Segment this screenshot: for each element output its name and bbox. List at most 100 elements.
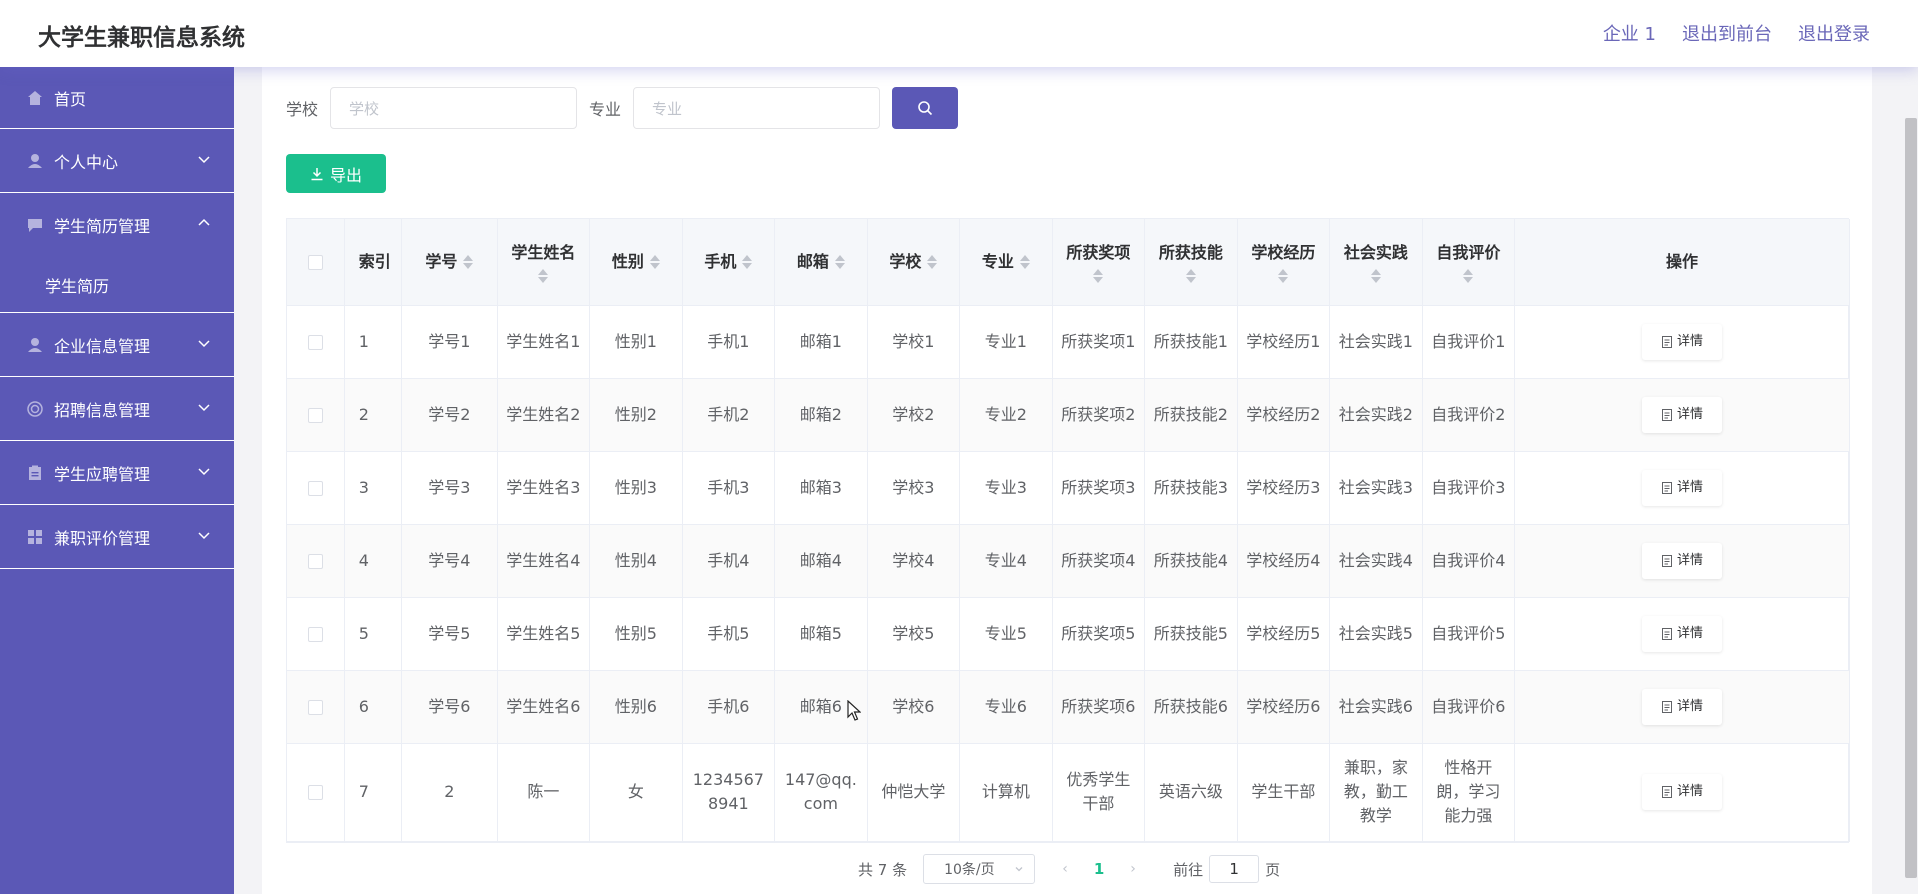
table-row[interactable]: 7 2 陈一女 12345678941 147@qq.com 仲恺大学 计算机 优秀学生干部英…	[287, 743, 1850, 842]
col-student-name[interactable]: 学生姓名	[497, 219, 591, 306]
sort-icon[interactable]	[649, 255, 660, 270]
prev-page-button[interactable]: ‹	[1053, 861, 1077, 877]
sort-icon[interactable]	[834, 255, 845, 270]
detail-label: 详情	[1677, 479, 1704, 495]
export-button[interactable]: 导出	[286, 154, 386, 193]
col-phone-cell: 手机3	[682, 451, 776, 525]
col-awards-cell: 所获奖项4	[1052, 524, 1146, 598]
goto-page-input[interactable]: 1	[1209, 855, 1260, 883]
sort-icon[interactable]	[463, 255, 474, 270]
sidebar-item-home[interactable]: 首页	[0, 67, 234, 129]
row-actions-cell: 详情	[1514, 524, 1850, 598]
current-user-link[interactable]: 企业 1	[1603, 20, 1656, 46]
sort-icon[interactable]	[538, 268, 549, 283]
sort-icon[interactable]	[927, 255, 938, 270]
page-size-value: 10条/页	[944, 862, 995, 878]
row-actions-cell: 详情	[1514, 597, 1850, 671]
back-to-frontend-link[interactable]: 退出到前台	[1682, 20, 1772, 46]
row-checkbox[interactable]	[307, 785, 323, 800]
logout-link[interactable]: 退出登录	[1798, 20, 1870, 46]
page-size-select[interactable]: 10条/页	[923, 854, 1036, 884]
row-checkbox[interactable]	[307, 699, 323, 715]
detail-button[interactable]: 详情	[1642, 323, 1723, 360]
col-email[interactable]: 邮箱	[774, 219, 868, 306]
col-self-evaluation[interactable]: 自我评价	[1422, 219, 1516, 306]
col-phone[interactable]: 手机	[682, 219, 776, 306]
sort-icon[interactable]	[1278, 268, 1289, 283]
col-major-cell: 计算机	[959, 743, 1053, 842]
col-school-experience-cell: 学校经历4	[1237, 524, 1331, 598]
detail-button[interactable]: 详情	[1642, 542, 1723, 579]
sidebar-item-company-management[interactable]: 企业信息管理	[0, 313, 234, 377]
row-checkbox[interactable]	[307, 407, 323, 423]
detail-button[interactable]: 详情	[1642, 469, 1723, 506]
sidebar-item-resume-management[interactable]: 学生简历管理	[0, 193, 234, 257]
chevron-down-icon	[198, 468, 210, 476]
col-index-cell: 2	[344, 378, 403, 452]
table-row[interactable]: 2 学号2 学生姓名2 性别2 手机2 邮箱2 学校2 专业2 所获奖项2 所获技能2 学校经历2 社…	[287, 378, 1850, 452]
sidebar-subitem-label: 学生简历	[45, 276, 110, 296]
col-skills[interactable]: 所获技能	[1144, 219, 1238, 306]
col-social-practice-cell: 社会实践2	[1329, 378, 1423, 452]
home-icon	[27, 90, 43, 106]
major-label: 专业	[589, 100, 622, 119]
row-checkbox[interactable]	[307, 334, 323, 350]
sort-icon[interactable]	[1019, 255, 1030, 270]
sidebar-item-personal-center[interactable]: 个人中心	[0, 129, 234, 193]
row-checkbox[interactable]	[307, 480, 323, 496]
detail-button[interactable]: 详情	[1642, 774, 1723, 810]
detail-button[interactable]: 详情	[1642, 688, 1723, 725]
sidebar-item-recruitment-management[interactable]: 招聘信息管理	[0, 377, 234, 441]
next-page-button[interactable]: ›	[1121, 861, 1145, 877]
sort-icon[interactable]	[1463, 268, 1474, 283]
detail-button[interactable]: 详情	[1642, 615, 1723, 652]
row-checkbox[interactable]	[307, 553, 323, 569]
row-checkbox[interactable]	[307, 626, 323, 642]
col-school[interactable]: 学校	[867, 219, 961, 306]
col-school-experience-cell: 学校经历1	[1237, 305, 1331, 379]
col-school-cell: 学校5	[867, 597, 961, 671]
sort-icon[interactable]	[1093, 268, 1104, 283]
table-row[interactable]: 1 学号1 学生姓名1 性别1 手机1 邮箱1 学校1 专业1 所获奖项1 所获技能1 学校经历1 社…	[287, 305, 1850, 379]
detail-label: 详情	[1677, 552, 1704, 568]
col-social-practice[interactable]: 社会实践	[1329, 219, 1423, 306]
col-phone-cell: 手机2	[682, 378, 776, 452]
row-select-cell	[287, 524, 345, 598]
sidebar-subitem-resume[interactable]: 学生简历	[0, 257, 234, 313]
col-gender[interactable]: 性别	[589, 219, 683, 306]
chat-icon	[27, 217, 43, 233]
col-awards-cell: 所获奖项6	[1052, 670, 1146, 744]
table-row[interactable]: 6 学号6 学生姓名6 性别6 手机6 邮箱6 学校6 专业6 所获奖项6 所获技能6 学校经历6 社…	[287, 670, 1850, 744]
col-index-cell: 5	[344, 597, 403, 671]
col-awards[interactable]: 所获奖项	[1052, 219, 1146, 306]
search-button[interactable]	[892, 87, 959, 129]
user-icon	[27, 153, 43, 169]
export-label: 导出	[329, 165, 362, 185]
sort-icon[interactable]	[1370, 268, 1381, 283]
col-index-cell: 4	[344, 524, 403, 598]
sidebar-item-application-management[interactable]: 学生应聘管理	[0, 441, 234, 505]
col-self-evaluation-cell: 自我评价6	[1422, 670, 1516, 744]
school-search-input[interactable]: 学校	[330, 87, 578, 129]
table-row[interactable]: 3 学号3 学生姓名3 性别3 手机3 邮箱3 学校3 专业3 所获奖项3 所获技能3 学校经历3 社…	[287, 451, 1850, 525]
sidebar-item-evaluation-management[interactable]: 兼职评价管理	[0, 505, 234, 569]
sort-icon[interactable]	[742, 255, 753, 270]
sort-icon[interactable]	[1185, 268, 1196, 283]
table-row[interactable]: 4 学号4 学生姓名4 性别4 手机4 邮箱4 学校4 专业4 所获奖项4 所获技能4 学校经历4 社…	[287, 524, 1850, 598]
col-school-cell: 仲恺大学	[867, 743, 961, 842]
col-school-experience[interactable]: 学校经历	[1237, 219, 1331, 306]
col-phone-cell: 手机5	[682, 597, 776, 671]
col-student-id-cell: 2	[401, 743, 498, 842]
col-major[interactable]: 专业	[959, 219, 1053, 306]
table-row[interactable]: 5 学号5 学生姓名5 性别5 手机5 邮箱5 学校5 专业5 所获奖项5 所获技能5 学校经历5 社…	[287, 597, 1850, 671]
detail-button[interactable]: 详情	[1642, 396, 1723, 433]
resume-table: 索引 学号 学生姓名 性别 手机 邮箱 学校 专业 所获奖项 所获技能 学校经历…	[286, 218, 1850, 843]
major-search-input[interactable]: 专业	[633, 87, 881, 129]
page-scrollbar[interactable]	[1905, 118, 1917, 878]
select-all-checkbox[interactable]	[307, 254, 323, 270]
col-awards-cell: 所获奖项3	[1052, 451, 1146, 525]
col-student-id[interactable]: 学号	[401, 219, 498, 306]
col-phone-cell: 手机4	[682, 524, 776, 598]
page-number-1[interactable]: 1	[1085, 860, 1113, 878]
col-index-cell: 6	[344, 670, 403, 744]
